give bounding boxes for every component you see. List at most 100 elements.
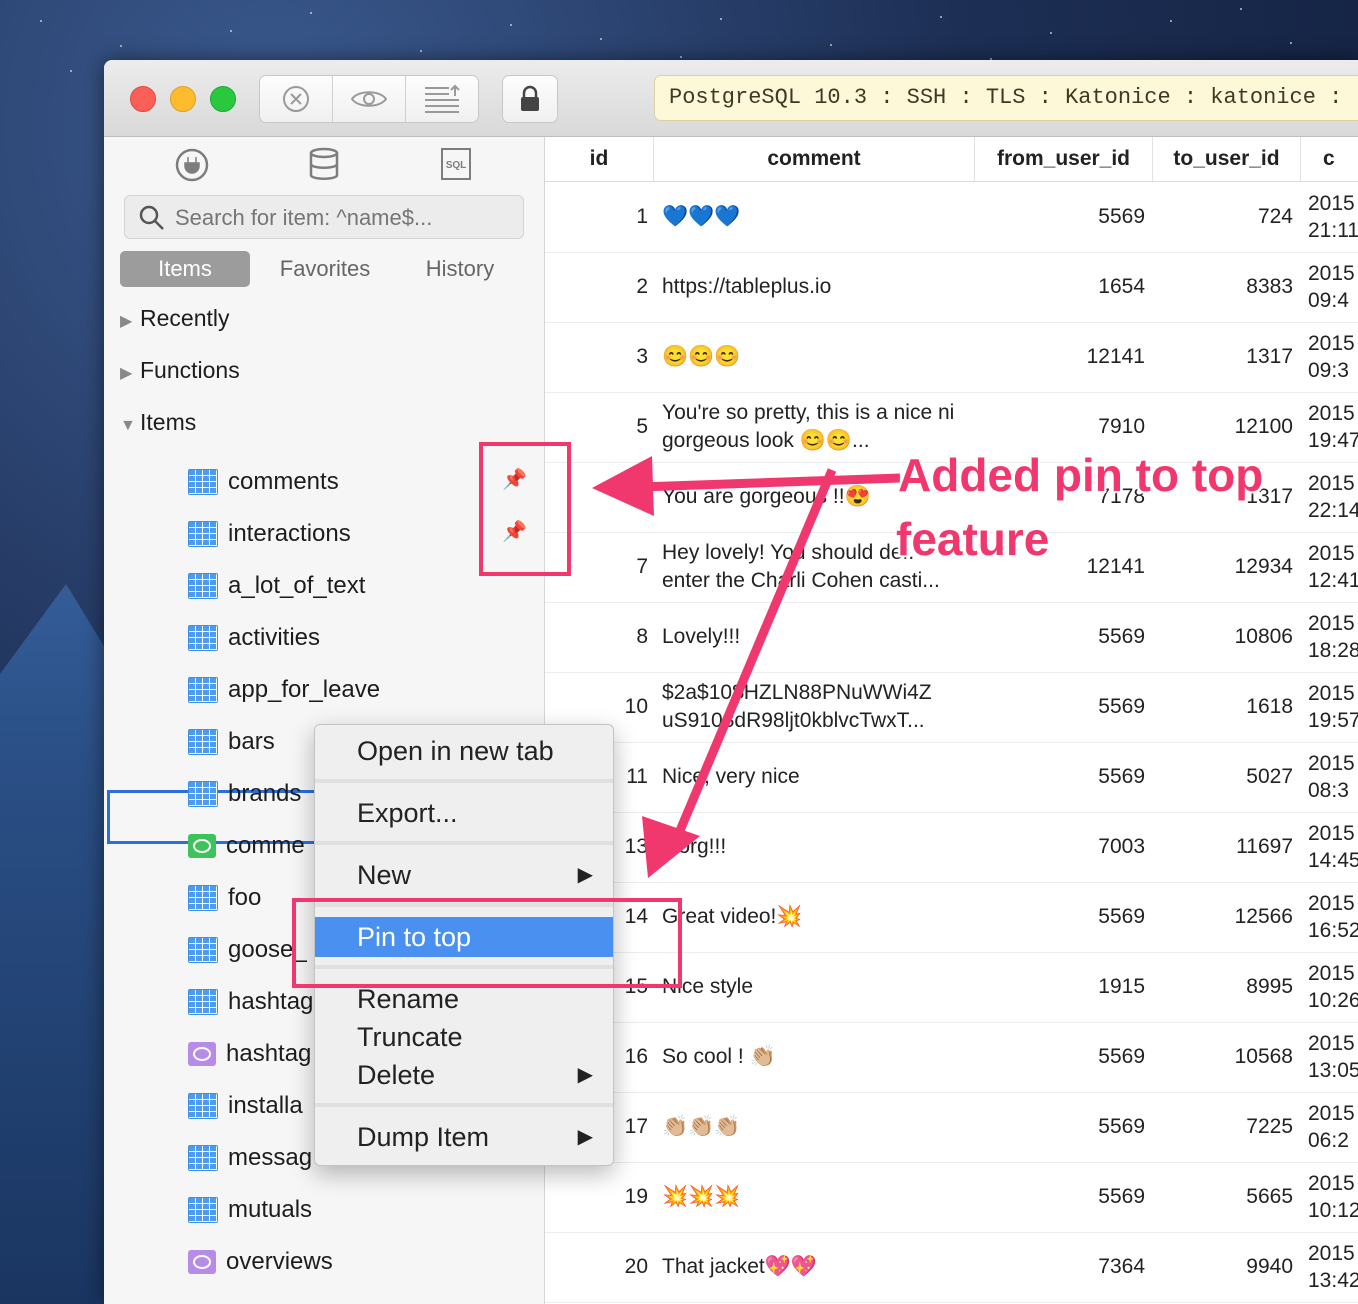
sidebar-item[interactable]: mutuals (188, 1190, 312, 1230)
sidebar-item[interactable]: messag (188, 1138, 312, 1178)
cell-to-user-id[interactable]: 10568 (1153, 1022, 1293, 1092)
menu-delete[interactable]: Delete ▶ (315, 1055, 613, 1095)
cell-comment[interactable]: 👏🏼👏🏼👏🏼 (662, 1092, 962, 1162)
stop-query-button[interactable] (260, 76, 333, 122)
cell-to-user-id[interactable]: 7225 (1153, 1092, 1293, 1162)
cell-from-user-id[interactable]: 5569 (975, 882, 1145, 952)
table-row[interactable]: 17 👏🏼👏🏼👏🏼 5569 7225 2015 06:2 (545, 1092, 1358, 1163)
menu-dump-item[interactable]: Dump Item ▶ (315, 1117, 613, 1157)
table-row[interactable]: 19 💥💥💥 5569 5665 2015 10:12 (545, 1162, 1358, 1233)
database-icon[interactable] (304, 147, 344, 187)
group-items[interactable]: ▼ Items (120, 409, 196, 436)
tab-items[interactable]: Items (120, 251, 250, 287)
table-row[interactable]: 1 💙💙💙 5569 724 2015 21:11 (545, 182, 1358, 253)
cell-from-user-id[interactable]: 5569 (975, 672, 1145, 742)
table-row[interactable]: 13 Gorg!!! 7003 11697 2015 14:45 (545, 812, 1358, 883)
table-row[interactable]: 3 😊😊😊 12141 1317 2015 09:3 (545, 322, 1358, 393)
cell-comment[interactable]: 💙💙💙 (662, 182, 962, 252)
cell-from-user-id[interactable]: 5569 (975, 742, 1145, 812)
sidebar-item[interactable]: installa (188, 1086, 303, 1126)
cell-comment[interactable]: Nice, very nice (662, 742, 962, 812)
cell-comment[interactable]: $2a$10$HZLN88PNuWWi4Z uS9108dR98ljt0kblv… (662, 672, 962, 742)
column-header-created[interactable]: c (1301, 137, 1358, 181)
minimize-window-button[interactable] (170, 86, 196, 112)
cell-id[interactable]: 2 (545, 252, 648, 322)
cell-from-user-id[interactable]: 5569 (975, 602, 1145, 672)
cell-created[interactable]: 2015 09:4 (1308, 252, 1358, 322)
cell-created[interactable]: 2015 13:42 (1308, 1232, 1358, 1302)
sidebar-item[interactable]: foo (188, 878, 261, 918)
sidebar-item[interactable]: activities (188, 618, 320, 658)
cell-comment[interactable]: 😊😊😊 (662, 322, 962, 392)
cell-to-user-id[interactable]: 724 (1153, 182, 1293, 252)
cell-from-user-id[interactable]: 1915 (975, 952, 1145, 1022)
sidebar-item[interactable]: comme (188, 826, 305, 866)
sidebar-item[interactable]: overviews (188, 1242, 333, 1282)
cell-from-user-id[interactable]: 5569 (975, 1022, 1145, 1092)
sql-icon[interactable]: SQL (436, 147, 476, 187)
table-row[interactable]: 20 That jacket💖💖 7364 9940 2015 13:42 (545, 1232, 1358, 1303)
cell-comment[interactable]: Gorg!!! (662, 812, 962, 882)
cell-to-user-id[interactable]: 1317 (1153, 322, 1293, 392)
menu-truncate[interactable]: Truncate (315, 1017, 613, 1057)
cell-created[interactable]: 2015 09:3 (1308, 322, 1358, 392)
cell-created[interactable]: 2015 18:28 (1308, 602, 1358, 672)
table-row[interactable]: 10 $2a$10$HZLN88PNuWWi4Z uS9108dR98ljt0kb… (545, 672, 1358, 743)
preview-button[interactable] (333, 76, 406, 122)
cell-created[interactable]: 2015 10:12 (1308, 1162, 1358, 1232)
cell-created[interactable]: 2015 12:41 (1308, 532, 1358, 602)
cell-from-user-id[interactable]: 7364 (975, 1232, 1145, 1302)
cell-to-user-id[interactable]: 8383 (1153, 252, 1293, 322)
sidebar-item[interactable]: comments (188, 462, 339, 502)
sidebar-item[interactable]: hashtag (188, 1034, 311, 1074)
sidebar-item[interactable]: goose_ (188, 930, 307, 970)
cell-to-user-id[interactable]: 5665 (1153, 1162, 1293, 1232)
cell-id[interactable]: 20 (545, 1232, 648, 1302)
cell-to-user-id[interactable]: 8995 (1153, 952, 1293, 1022)
column-header-to-user-id[interactable]: to_user_id (1153, 137, 1301, 181)
cell-comment[interactable]: https://tableplus.io (662, 252, 962, 322)
cell-comment[interactable]: 💥💥💥 (662, 1162, 962, 1232)
sidebar-item[interactable]: brands (188, 774, 301, 814)
connection-plug-icon[interactable] (172, 147, 212, 187)
cell-to-user-id[interactable]: 1618 (1153, 672, 1293, 742)
cell-from-user-id[interactable]: 7003 (975, 812, 1145, 882)
cell-comment[interactable]: Lovely!!! (662, 602, 962, 672)
table-row[interactable]: 2 https://tableplus.io 1654 8383 2015 09:4 (545, 252, 1358, 323)
cell-comment[interactable]: That jacket💖💖 (662, 1232, 962, 1302)
tab-favorites[interactable]: Favorites (260, 251, 390, 287)
cell-to-user-id[interactable]: 5027 (1153, 742, 1293, 812)
cell-id[interactable]: 19 (545, 1162, 648, 1232)
cell-to-user-id[interactable]: 10806 (1153, 602, 1293, 672)
sidebar-item[interactable]: a_lot_of_text (188, 566, 365, 606)
menu-export[interactable]: Export... (315, 793, 613, 833)
cell-to-user-id[interactable]: 12566 (1153, 882, 1293, 952)
cell-id[interactable]: 8 (545, 602, 648, 672)
cell-comment[interactable]: Nice style (662, 952, 962, 1022)
zoom-window-button[interactable] (210, 86, 236, 112)
cell-created[interactable]: 2015 14:45 (1308, 812, 1358, 882)
table-row[interactable]: 8 Lovely!!! 5569 10806 2015 18:28 (545, 602, 1358, 673)
sidebar-item[interactable]: interactions (188, 514, 351, 554)
column-header-comment[interactable]: comment (654, 137, 975, 181)
cell-created[interactable]: 2015 06:2 (1308, 1092, 1358, 1162)
cell-comment[interactable]: Great video!💥 (662, 882, 962, 952)
cell-created[interactable]: 2015 21:11 (1308, 182, 1358, 252)
table-row[interactable]: 16 So cool ! 👏🏼 5569 10568 2015 13:05 (545, 1022, 1358, 1093)
cell-to-user-id[interactable]: 11697 (1153, 812, 1293, 882)
lock-button[interactable] (503, 76, 557, 122)
cell-to-user-id[interactable]: 9940 (1153, 1232, 1293, 1302)
group-functions[interactable]: ▶ Functions (120, 357, 240, 384)
cell-id[interactable]: 1 (545, 182, 648, 252)
search-input[interactable] (173, 196, 517, 240)
cell-created[interactable]: 2015 22:14 (1308, 462, 1358, 532)
cell-to-user-id[interactable]: 12934 (1153, 532, 1293, 602)
cell-created[interactable]: 2015 10:26 (1308, 952, 1358, 1022)
close-window-button[interactable] (130, 86, 156, 112)
sidebar-item[interactable]: hashtag (188, 982, 313, 1022)
cell-from-user-id[interactable]: 5569 (975, 1092, 1145, 1162)
cell-created[interactable]: 2015 13:05 (1308, 1022, 1358, 1092)
cell-id[interactable]: 3 (545, 322, 648, 392)
cell-from-user-id[interactable]: 12141 (975, 322, 1145, 392)
sidebar-item[interactable]: bars (188, 722, 275, 762)
